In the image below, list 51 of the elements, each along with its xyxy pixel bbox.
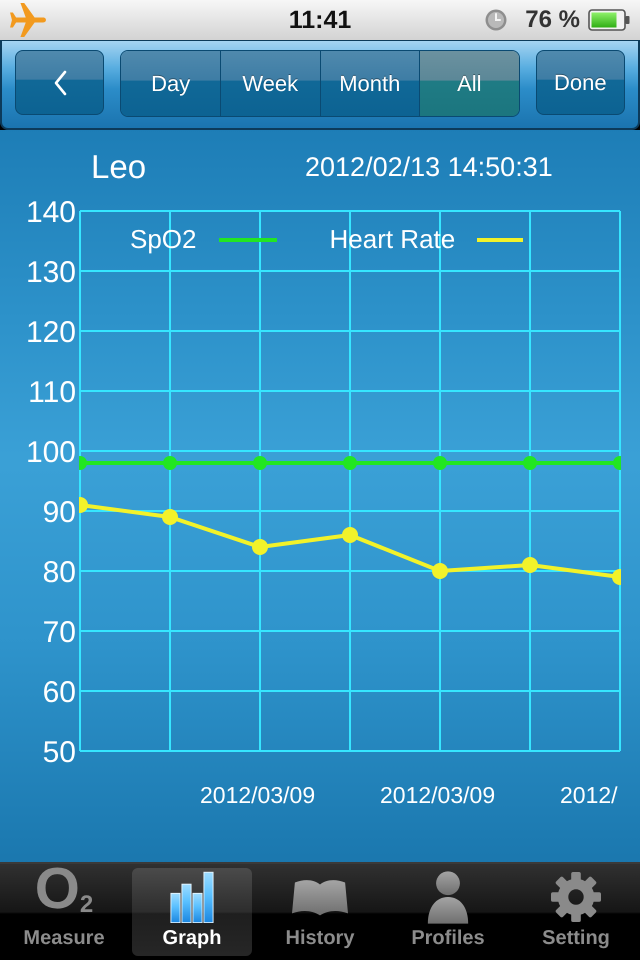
tab-bar-item[interactable]: Setting [516, 868, 636, 956]
data-point [162, 509, 178, 525]
data-point [613, 456, 621, 470]
legend-label: Heart Rate [330, 224, 456, 255]
data-point [343, 456, 357, 470]
battery-icon [588, 9, 630, 31]
data-point [432, 563, 448, 579]
person-icon [426, 870, 470, 924]
bar-chart-icon [170, 871, 214, 923]
y-axis-label: 100 [26, 436, 76, 469]
gear-icon [551, 872, 601, 922]
period-tab[interactable]: All [419, 51, 519, 116]
period-tab[interactable]: Day [121, 51, 220, 116]
tab-bar-item[interactable]: Graph [132, 868, 252, 956]
x-axis-label: 2012/03/09 [380, 782, 496, 808]
y-axis-label: 120 [26, 316, 76, 349]
x-axis-label: 2012/03/09 [200, 782, 316, 808]
y-axis-label: 60 [42, 676, 76, 709]
measurement-timestamp: 2012/02/13 14:50:31 [305, 152, 554, 182]
done-button[interactable]: Done [536, 50, 625, 115]
data-point [79, 456, 87, 470]
x-axis-label: 2012/ [560, 782, 618, 808]
y-axis-label: 80 [42, 556, 76, 589]
data-point [253, 456, 267, 470]
data-point [523, 456, 537, 470]
battery-percentage: 76 % [525, 6, 580, 34]
back-button[interactable] [15, 50, 104, 115]
clock-time: 11:41 [288, 6, 352, 34]
y-axis-label: 130 [26, 256, 76, 289]
data-point [252, 539, 268, 555]
profile-name: Leo [91, 148, 148, 186]
data-point [342, 527, 358, 543]
airplane-icon [10, 3, 46, 37]
y-axis-label: 90 [42, 496, 76, 529]
y-axis-label: 110 [28, 376, 76, 409]
data-point [522, 557, 538, 573]
tab-bar-item[interactable]: History [260, 868, 380, 956]
data-point [163, 456, 177, 470]
y-axis-label: 140 [26, 196, 76, 229]
y-axis-label: 50 [42, 736, 76, 769]
chevron-left-icon [52, 70, 67, 96]
data-point [79, 497, 88, 513]
clock-icon [485, 9, 508, 31]
period-tab[interactable]: Week [220, 51, 320, 116]
data-point [612, 569, 621, 585]
tab-bar-item[interactable]: Profiles [388, 868, 508, 956]
y-axis-label: 70 [42, 616, 76, 649]
period-tab[interactable]: Month [320, 51, 420, 116]
open-book-icon [292, 877, 348, 917]
data-point [433, 456, 447, 470]
legend-label: SpO2 [130, 224, 196, 255]
